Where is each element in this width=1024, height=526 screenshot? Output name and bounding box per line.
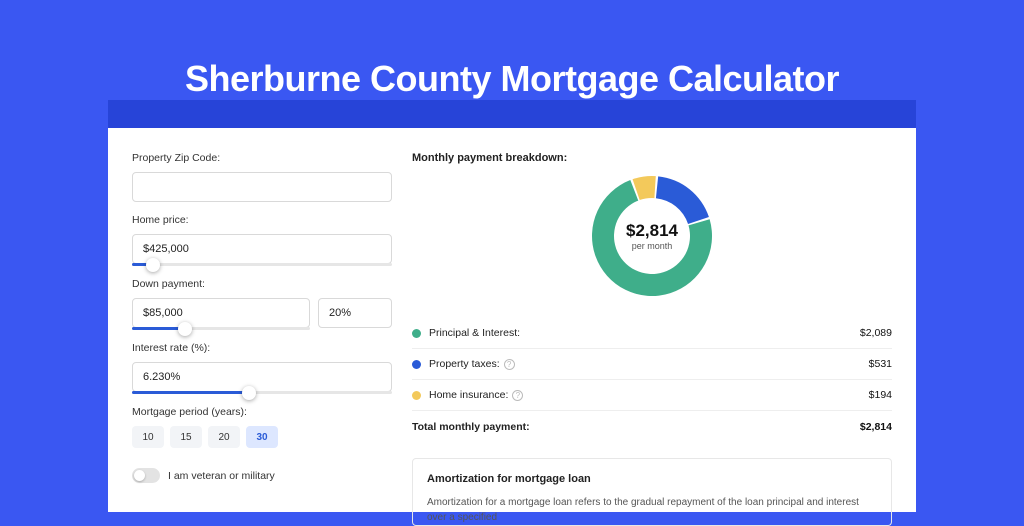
home-price-label: Home price: <box>132 214 392 226</box>
legend-value: $194 <box>869 389 892 401</box>
slider-thumb[interactable] <box>178 322 192 336</box>
legend-row: Home insurance:?$194 <box>412 380 892 411</box>
period-group: 10 15 20 30 <box>132 426 392 448</box>
amortization-text: Amortization for a mortgage loan refers … <box>427 495 877 525</box>
period-button-20[interactable]: 20 <box>208 426 240 448</box>
legend-label: Property taxes:? <box>429 358 869 370</box>
donut-sub: per month <box>632 241 673 251</box>
down-payment-label: Down payment: <box>132 278 392 290</box>
form-panel: Property Zip Code: Home price: Down paym… <box>132 152 392 512</box>
card-frame: Property Zip Code: Home price: Down paym… <box>108 100 916 512</box>
total-label: Total monthly payment: <box>412 421 860 433</box>
legend-dot <box>412 360 421 369</box>
info-icon[interactable]: ? <box>512 390 523 401</box>
slider-thumb[interactable] <box>146 258 160 272</box>
page-root: Sherburne County Mortgage Calculator Pro… <box>0 0 1024 512</box>
legend-row: Property taxes:?$531 <box>412 349 892 380</box>
period-button-10[interactable]: 10 <box>132 426 164 448</box>
zip-input[interactable] <box>132 172 392 202</box>
legend-label: Principal & Interest: <box>429 327 860 339</box>
legend-dot <box>412 329 421 338</box>
amortization-title: Amortization for mortgage loan <box>427 473 877 485</box>
interest-label: Interest rate (%): <box>132 342 392 354</box>
legend-label: Home insurance:? <box>429 389 869 401</box>
legend-value: $2,089 <box>860 327 892 339</box>
donut-chart: $2,814 per month <box>412 172 892 300</box>
veteran-label: I am veteran or military <box>168 470 275 482</box>
legend-row: Principal & Interest:$2,089 <box>412 318 892 349</box>
legend-value: $531 <box>869 358 892 370</box>
slider-thumb[interactable] <box>242 386 256 400</box>
page-title: Sherburne County Mortgage Calculator <box>0 0 1024 100</box>
down-payment-pct-input[interactable] <box>318 298 392 328</box>
period-button-30[interactable]: 30 <box>246 426 278 448</box>
total-row: Total monthly payment: $2,814 <box>412 411 892 442</box>
interest-slider[interactable] <box>132 391 392 394</box>
period-button-15[interactable]: 15 <box>170 426 202 448</box>
period-label: Mortgage period (years): <box>132 406 392 418</box>
down-payment-input[interactable] <box>132 298 310 328</box>
donut-center: $2,814 per month <box>588 172 716 300</box>
breakdown-title: Monthly payment breakdown: <box>412 152 892 164</box>
donut-amount: $2,814 <box>626 221 678 241</box>
legend-dot <box>412 391 421 400</box>
home-price-slider[interactable] <box>132 263 392 266</box>
interest-input[interactable] <box>132 362 392 392</box>
breakdown-panel: Monthly payment breakdown: $2,814 per mo… <box>412 152 892 512</box>
calculator-card: Property Zip Code: Home price: Down paym… <box>108 128 916 512</box>
zip-label: Property Zip Code: <box>132 152 392 164</box>
veteran-toggle[interactable] <box>132 468 160 483</box>
legend: Principal & Interest:$2,089Property taxe… <box>412 318 892 411</box>
down-payment-slider[interactable] <box>132 327 310 330</box>
home-price-input[interactable] <box>132 234 392 264</box>
total-value: $2,814 <box>860 421 892 433</box>
info-icon[interactable]: ? <box>504 359 515 370</box>
amortization-box: Amortization for mortgage loan Amortizat… <box>412 458 892 526</box>
